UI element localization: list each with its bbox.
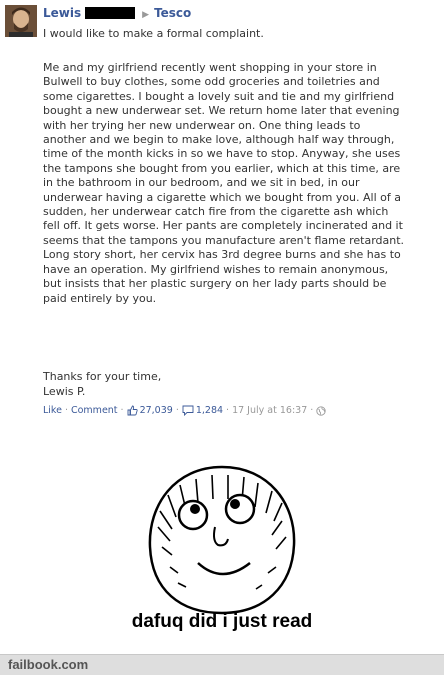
rage-face-illustration (148, 465, 296, 615)
comment-icon (182, 405, 194, 416)
arrow-right-icon: ▶ (142, 10, 150, 20)
facebook-post: Lewis ▶ Tesco I would like to make a forma… (0, 0, 444, 455)
separator: · (64, 405, 68, 416)
footer-bar: failbook.com (0, 654, 444, 675)
separator: · (175, 405, 179, 416)
avatar-image (5, 5, 37, 37)
separator: · (120, 405, 124, 416)
globe-icon (316, 405, 326, 416)
comment-count[interactable]: 1,284 (196, 405, 223, 416)
post-header: Lewis ▶ Tesco (43, 6, 191, 20)
comment-link[interactable]: Comment (71, 405, 118, 416)
separator: · (310, 405, 314, 416)
author-link[interactable]: Lewis (43, 6, 81, 20)
like-link[interactable]: Like (43, 405, 62, 416)
meme-caption: dafuq did i just read (131, 611, 313, 632)
signoff-name: Lewis P. (43, 385, 86, 398)
like-count[interactable]: 27,039 (140, 405, 173, 416)
post-body: Me and my girlfriend recently went shopp… (43, 61, 405, 305)
target-page-link[interactable]: Tesco (154, 6, 191, 20)
signoff-line: Thanks for your time, (43, 370, 162, 383)
post-actions: Like · Comment · 27,039 · 1,284 · 17 Jul… (43, 405, 326, 416)
thumbs-up-icon (127, 405, 138, 416)
site-watermark[interactable]: failbook.com (8, 657, 88, 672)
timestamp-link[interactable]: 17 July at 16:37 (232, 405, 307, 416)
post-lead: I would like to make a formal complaint. (43, 27, 264, 40)
meme-image: dafuq did i just read (0, 455, 444, 654)
separator: · (226, 405, 230, 416)
post-signoff: Thanks for your time, Lewis P. (43, 369, 161, 399)
avatar[interactable] (5, 5, 37, 37)
redacted-name (85, 7, 136, 19)
